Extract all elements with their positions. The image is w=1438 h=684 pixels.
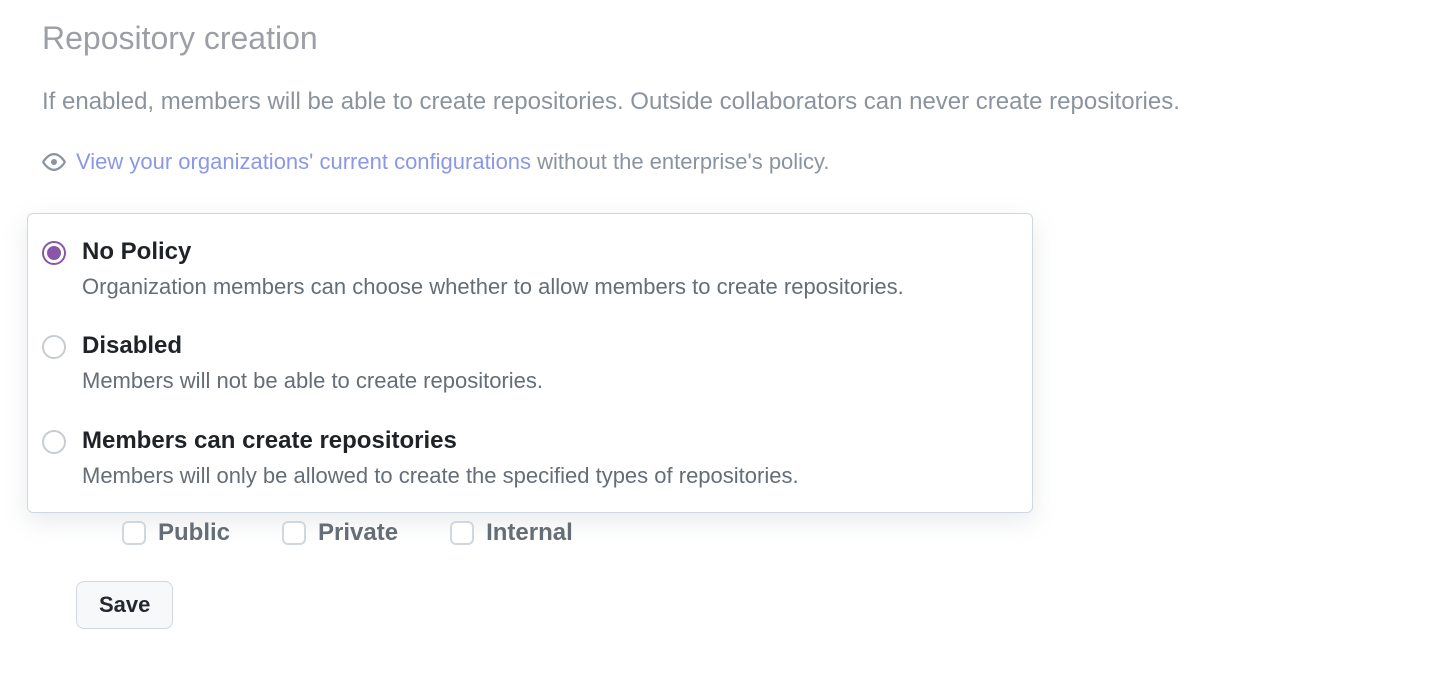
radio-button[interactable] <box>42 241 66 265</box>
checkbox-label: Private <box>318 519 398 547</box>
policy-option-disabled[interactable]: Disabled Members will not be able to cre… <box>28 318 1032 413</box>
radio-option-title: Members can create repositories <box>82 427 1016 455</box>
checkbox-internal[interactable]: Internal <box>450 519 573 547</box>
checkbox-box[interactable] <box>122 521 146 545</box>
radio-option-description: Members will only be allowed to create t… <box>82 461 1016 492</box>
config-link-suffix: without the enterprise's policy. <box>531 149 830 174</box>
checkbox-label: Public <box>158 519 230 547</box>
policy-radio-group: No Policy Organization members can choos… <box>27 213 1033 513</box>
section-title: Repository creation <box>42 20 1396 57</box>
checkbox-private[interactable]: Private <box>282 519 398 547</box>
radio-option-description: Organization members can choose whether … <box>82 272 1016 303</box>
section-description: If enabled, members will be able to crea… <box>42 85 1396 119</box>
policy-option-no-policy[interactable]: No Policy Organization members can choos… <box>28 224 1032 319</box>
radio-option-title: No Policy <box>82 238 1016 266</box>
radio-button[interactable] <box>42 430 66 454</box>
checkbox-box[interactable] <box>282 521 306 545</box>
view-configurations-link[interactable]: View your organizations' current configu… <box>76 149 531 174</box>
radio-option-title: Disabled <box>82 332 1016 360</box>
config-link-row: View your organizations' current configu… <box>42 149 1396 175</box>
radio-option-description: Members will not be able to create repos… <box>82 366 1016 397</box>
checkbox-box[interactable] <box>450 521 474 545</box>
policy-option-members-can-create[interactable]: Members can create repositories Members … <box>28 413 1032 508</box>
checkbox-public[interactable]: Public <box>122 519 230 547</box>
repository-types-row: Public Private Internal <box>42 513 1396 547</box>
save-button[interactable]: Save <box>76 581 173 629</box>
eye-icon <box>42 150 66 174</box>
checkbox-label: Internal <box>486 519 573 547</box>
radio-button[interactable] <box>42 335 66 359</box>
